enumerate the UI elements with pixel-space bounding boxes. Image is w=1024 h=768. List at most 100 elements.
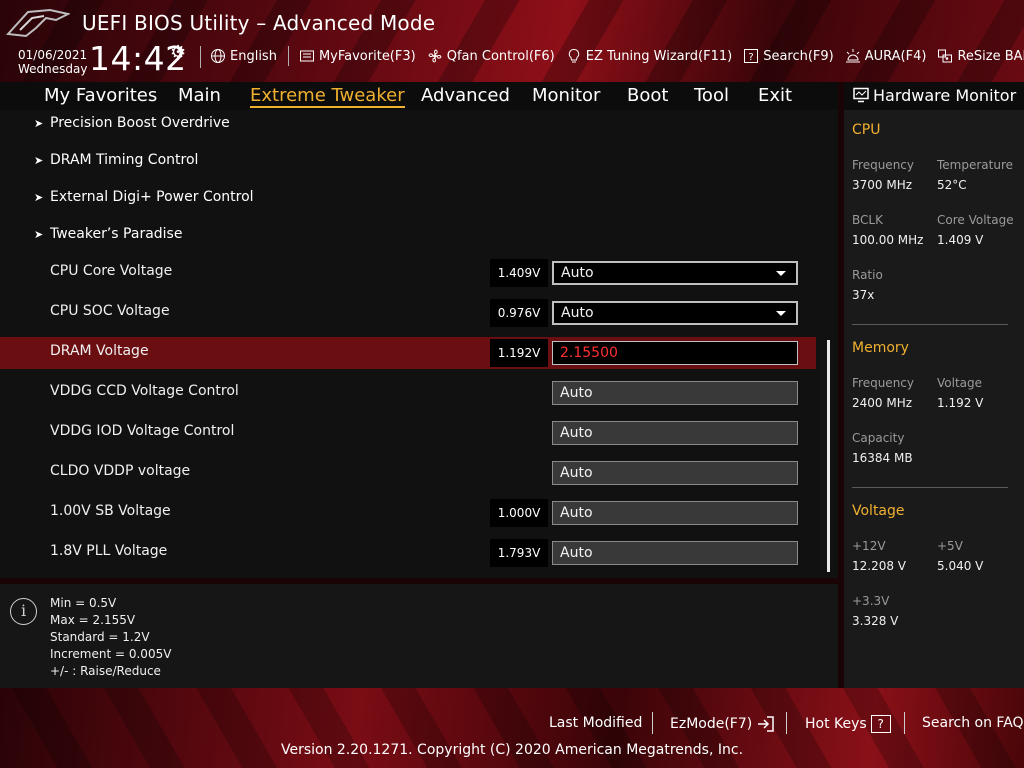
toolbar-resize-bar-label: ReSize BAR xyxy=(957,48,1024,64)
tab-boot[interactable]: Boot xyxy=(627,85,668,106)
cpu-core-voltage-select[interactable]: Auto xyxy=(552,261,798,285)
toolbar-divider xyxy=(200,46,201,68)
hw-cpu-frequency-label: Frequency xyxy=(852,158,914,172)
settings-panel: ➤ Precision Boost Overdrive ➤ DRAM Timing … xyxy=(0,110,838,578)
svg-text:?: ? xyxy=(749,52,754,63)
hw-5v: 5.040 V xyxy=(937,559,984,573)
toolbar-divider xyxy=(287,46,289,66)
globe-icon xyxy=(211,49,225,63)
toolbar-search-label: Search(F9) xyxy=(763,48,834,64)
hw-cpu-temperature-label: Temperature xyxy=(937,158,1014,172)
select-value: Auto xyxy=(561,265,594,281)
pll-voltage-input[interactable]: Auto xyxy=(552,541,798,565)
hw-divider xyxy=(852,487,1008,488)
submenu-tweakers-paradise[interactable]: ➤ Tweaker’s Paradise xyxy=(34,226,182,242)
chevron-right-icon: ➤ xyxy=(34,117,44,130)
main-nav: My Favorites Main Extreme Tweaker Advanc… xyxy=(0,82,838,110)
current-voltage: 1.192V xyxy=(490,339,548,367)
setting-label: 1.00V SB Voltage xyxy=(50,503,171,519)
toolbar-language[interactable]: English xyxy=(210,48,277,64)
hardware-monitor-title: Hardware Monitor xyxy=(873,86,1017,105)
fan-icon xyxy=(428,49,442,63)
toolbar-ez-tuning-label: EZ Tuning Wizard(F11) xyxy=(585,48,733,64)
hot-keys-label: Hot Keys xyxy=(805,716,867,732)
cpu-soc-voltage-select[interactable]: Auto xyxy=(552,301,798,325)
sb-voltage-input[interactable]: Auto xyxy=(552,501,798,525)
hw-12v-label: +12V xyxy=(852,539,886,553)
submenu-label: Tweaker’s Paradise xyxy=(50,226,183,242)
help-text: Min = 0.5V Max = 2.155V Standard = 1.2V … xyxy=(50,595,171,680)
cldo-vddp-voltage-input[interactable]: Auto xyxy=(552,461,798,485)
hw-ratio: 37x xyxy=(852,288,875,302)
monitor-icon xyxy=(853,87,869,103)
help-line-max: Max = 2.155V xyxy=(50,613,136,627)
hot-keys-button[interactable]: Hot Keys ? xyxy=(805,715,891,733)
toolbar-myfavorite[interactable]: MyFavorite(F3) xyxy=(299,48,416,64)
help-line-increment: Increment = 0.005V xyxy=(50,647,172,661)
hw-cpu-frequency: 3700 MHz xyxy=(852,178,913,192)
last-modified-label: Last Modified xyxy=(549,715,643,731)
hw-bclk: 100.00 MHz xyxy=(852,233,924,247)
search-faq-button[interactable]: Search on FAQ xyxy=(922,715,1024,731)
settings-scrollbar[interactable] xyxy=(827,340,830,572)
gear-icon[interactable]: ⚙ xyxy=(170,42,186,63)
current-voltage: 1.793V xyxy=(490,539,548,567)
last-modified-button[interactable]: Last Modified xyxy=(549,715,642,731)
vddg-iod-voltage-input[interactable]: Auto xyxy=(552,421,798,445)
aura-light-icon xyxy=(845,49,860,63)
tab-monitor[interactable]: Monitor xyxy=(532,85,600,106)
hw-divider xyxy=(852,324,1008,325)
tab-my-favorites[interactable]: My Favorites xyxy=(44,85,157,106)
hw-ratio-label: Ratio xyxy=(852,268,883,282)
top-banner: UEFI BIOS Utility – Advanced Mode 01/06/… xyxy=(0,0,1024,82)
hw-cpu-temperature: 52°C xyxy=(937,178,967,192)
search-faq-label: Search on FAQ xyxy=(922,715,1024,731)
ezmode-button[interactable]: EzMode(F7) xyxy=(670,715,775,733)
lightbulb-icon xyxy=(568,48,579,63)
setting-row-dram-voltage[interactable]: DRAM Voltage 1.192V 2.15500 xyxy=(0,337,816,369)
favorite-list-icon xyxy=(299,50,314,62)
toolbar-ez-tuning[interactable]: EZ Tuning Wizard(F11) xyxy=(566,48,732,64)
hw-33v: 3.328 V xyxy=(852,614,899,628)
setting-row-cpu-soc-voltage[interactable]: CPU SOC Voltage 0.976V Auto xyxy=(0,297,816,329)
current-voltage: 0.976V xyxy=(490,299,548,327)
chevron-right-icon: ➤ xyxy=(34,228,44,241)
setting-row-vddg-iod-voltage[interactable]: VDDG IOD Voltage Control Auto xyxy=(0,417,816,449)
hardware-monitor-panel: Hardware Monitor CPU Frequency Temperatu… xyxy=(844,82,1024,688)
current-voltage: 1.000V xyxy=(490,499,548,527)
setting-row-sb-voltage[interactable]: 1.00V SB Voltage 1.000V Auto xyxy=(0,497,816,529)
toolbar-aura[interactable]: AURA(F4) xyxy=(845,48,926,64)
setting-row-cldo-vddp-voltage[interactable]: CLDO VDDP voltage Auto xyxy=(0,457,816,489)
toolbar-language-label: English xyxy=(230,48,277,64)
top-toolbar: English MyFavorite(F3) Qfan Control(F6) … xyxy=(210,45,1024,67)
tab-tool[interactable]: Tool xyxy=(694,85,729,106)
rog-logo-icon xyxy=(6,8,70,38)
setting-row-vddg-ccd-voltage[interactable]: VDDG CCD Voltage Control Auto xyxy=(0,377,816,409)
question-box-icon: ? xyxy=(870,715,891,733)
hw-voltage-heading: Voltage xyxy=(852,503,905,519)
toolbar-qfan[interactable]: Qfan Control(F6) xyxy=(427,48,555,64)
submenu-external-digi-power-control[interactable]: ➤ External Digi+ Power Control xyxy=(34,189,254,205)
tab-advanced[interactable]: Advanced xyxy=(421,85,510,106)
toolbar-search[interactable]: ? Search(F9) xyxy=(743,48,834,64)
submenu-precision-boost-overdrive[interactable]: ➤ Precision Boost Overdrive xyxy=(34,115,230,131)
hw-cpu-heading: CPU xyxy=(852,122,881,138)
exit-arrow-icon xyxy=(758,716,774,732)
tab-extreme-tweaker[interactable]: Extreme Tweaker xyxy=(250,85,405,108)
date-text: 01/06/2021 xyxy=(18,48,88,62)
help-box-icon: ? xyxy=(744,49,759,63)
dram-voltage-input[interactable]: 2.15500 xyxy=(552,341,798,365)
tab-main[interactable]: Main xyxy=(178,85,221,106)
submenu-dram-timing-control[interactable]: ➤ DRAM Timing Control xyxy=(34,152,198,168)
tab-exit[interactable]: Exit xyxy=(758,85,792,106)
weekday-text: Wednesday xyxy=(18,62,88,76)
setting-row-cpu-core-voltage[interactable]: CPU Core Voltage 1.409V Auto xyxy=(0,257,816,289)
toolbar-myfavorite-label: MyFavorite(F3) xyxy=(318,48,416,64)
setting-label: CLDO VDDP voltage xyxy=(50,463,191,479)
toolbar-resize-bar[interactable]: ReSize BAR xyxy=(937,48,1024,64)
vddg-ccd-voltage-input[interactable]: Auto xyxy=(552,381,798,405)
footer-divider xyxy=(904,712,905,734)
select-value: Auto xyxy=(561,305,594,321)
setting-row-pll-voltage[interactable]: 1.8V PLL Voltage 1.793V Auto xyxy=(0,537,816,569)
hw-5v-label: +5V xyxy=(937,539,963,553)
